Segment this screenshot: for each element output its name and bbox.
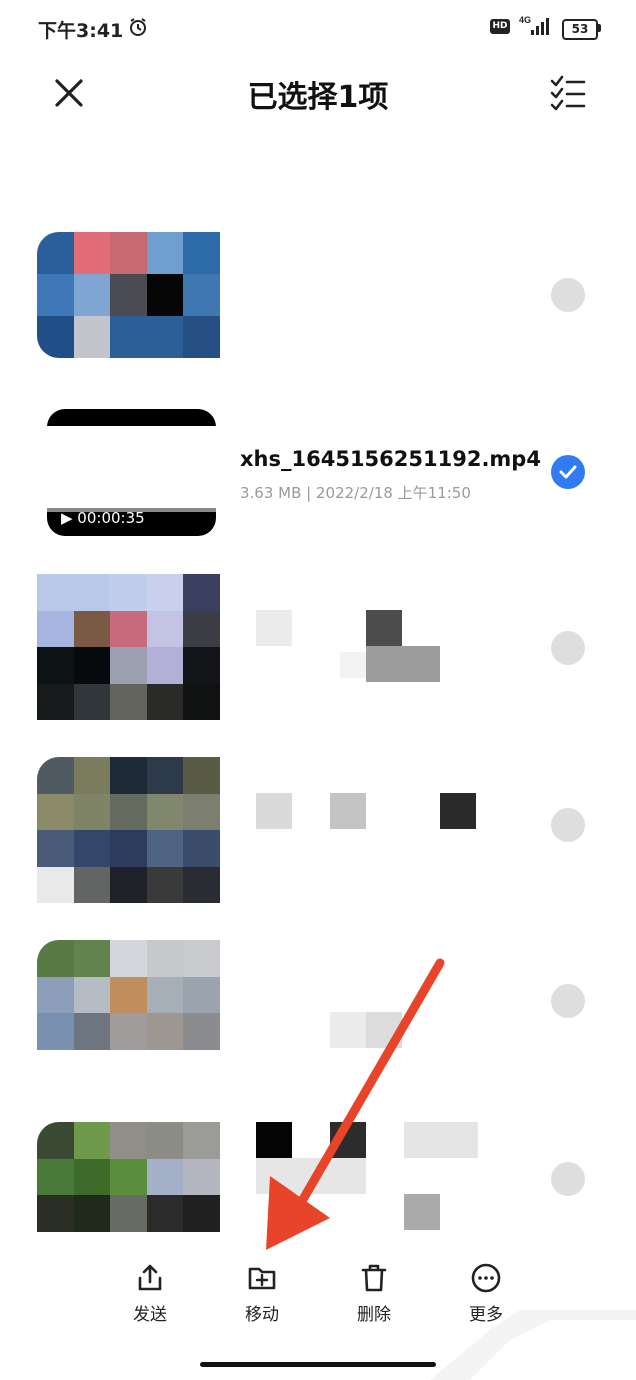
file-meta: 3.63 MB | 2022/2/18 上午11:50 [240, 484, 471, 502]
share-icon [110, 1262, 190, 1294]
send-label: 发送 [133, 1305, 167, 1325]
delete-label: 删除 [357, 1305, 391, 1325]
svg-text:4G: 4G [519, 15, 531, 25]
video-thumbnail [37, 574, 220, 720]
file-name: xhs_1645156251192.mp4 [240, 447, 541, 471]
select-radio[interactable] [551, 278, 585, 312]
corner-fade [430, 1310, 636, 1380]
status-bar: 下午3:41 HD 4G 53 [0, 0, 636, 56]
checked-radio[interactable] [551, 455, 585, 489]
more-icon [446, 1262, 526, 1294]
video-thumbnail [37, 1122, 220, 1232]
send-button[interactable]: 发送 [110, 1262, 190, 1325]
list-item[interactable] [0, 1122, 636, 1232]
checklist-icon[interactable] [548, 72, 588, 112]
video-thumbnail [37, 232, 220, 358]
video-thumbnail [37, 940, 220, 1050]
select-radio[interactable] [551, 808, 585, 842]
status-time: 下午3:41 [38, 20, 124, 42]
select-radio[interactable] [551, 984, 585, 1018]
battery-icon: 53 [562, 19, 598, 40]
delete-button[interactable]: 删除 [334, 1262, 414, 1325]
video-thumbnail [37, 757, 220, 903]
page-title: 已选择1项 [247, 80, 389, 115]
home-indicator [200, 1362, 436, 1367]
list-item[interactable] [0, 232, 636, 360]
trash-icon [334, 1262, 414, 1294]
move-label: 移动 [245, 1305, 279, 1325]
video-duration: ▶ 00:00:35 [61, 509, 145, 527]
move-button[interactable]: 移动 [222, 1262, 302, 1325]
signal-icon: 4G [517, 14, 555, 42]
video-thumbnail: ▶ 00:00:35 [47, 409, 216, 536]
folder-move-icon [222, 1262, 302, 1294]
select-radio[interactable] [551, 1162, 585, 1196]
list-item[interactable] [0, 574, 636, 720]
battery-tip [598, 24, 601, 32]
alarm-icon [128, 17, 148, 41]
select-radio[interactable] [551, 631, 585, 665]
list-item[interactable] [0, 757, 636, 903]
hd-badge: HD [490, 19, 510, 34]
list-item[interactable] [0, 940, 636, 1052]
